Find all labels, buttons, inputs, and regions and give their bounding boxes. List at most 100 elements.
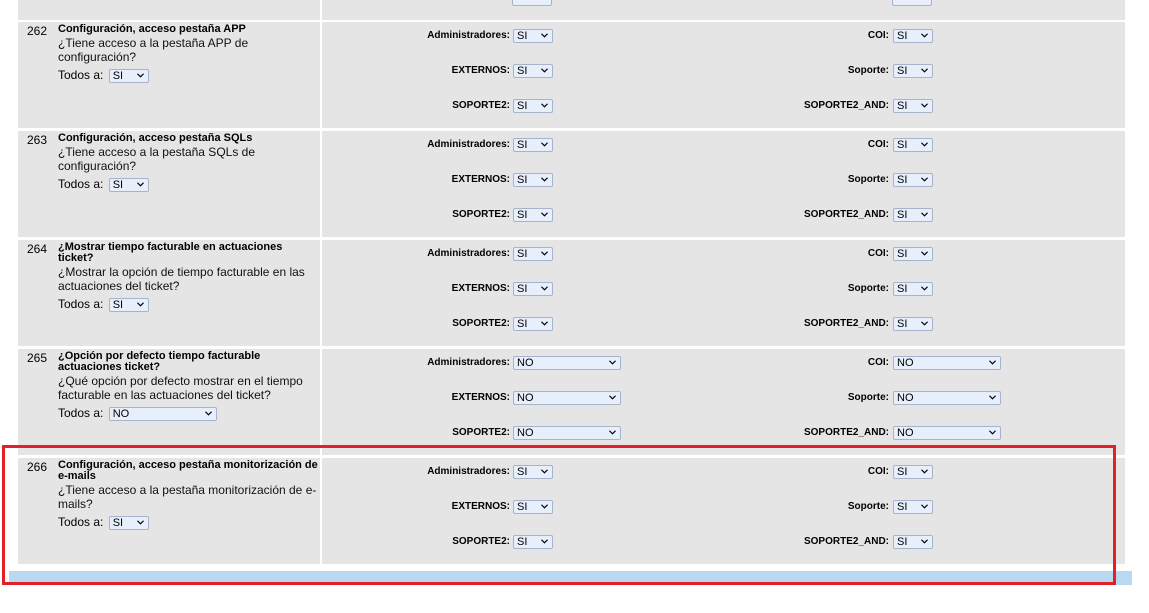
chevron-down-icon xyxy=(204,411,212,416)
selected-value: SI xyxy=(517,209,528,221)
soporte2-label: SOPORTE2: xyxy=(452,318,510,329)
externos-select[interactable]: SI xyxy=(513,282,553,296)
soporte2-and-select[interactable]: SI xyxy=(893,99,933,113)
soporte2-and-select[interactable]: SI xyxy=(893,317,933,331)
todos-a-select[interactable]: SI xyxy=(108,177,149,192)
permission-info-cell: 263 Configuración, acceso pestaña SQLs ¿… xyxy=(18,131,322,237)
selected-value: SI xyxy=(517,318,528,330)
permission-description: ¿Tiene acceso a la pestaña APP de config… xyxy=(58,36,249,64)
administradores-label: Administradores: xyxy=(427,357,510,368)
prev-row-select-left[interactable] xyxy=(512,0,552,6)
soporte-select[interactable]: SI xyxy=(893,64,933,78)
soporte2-and-label: SOPORTE2_AND: xyxy=(803,100,889,111)
soporte2-select[interactable]: SI xyxy=(513,317,553,331)
soporte2-label: SOPORTE2: xyxy=(452,209,510,220)
permission-title: ¿Mostrar tiempo facturable en actuacione… xyxy=(58,241,283,264)
chevron-down-icon xyxy=(921,103,928,108)
soporte2-select[interactable]: SI xyxy=(513,99,553,113)
externos-label: EXTERNOS: xyxy=(451,392,510,403)
row-number: 264 xyxy=(27,242,48,256)
soporte2-and-label: SOPORTE2_AND: xyxy=(803,209,889,220)
selected-value: SI xyxy=(897,100,908,112)
selected-value: SI xyxy=(517,174,528,186)
chevron-down-icon xyxy=(921,212,928,217)
chevron-down-icon xyxy=(921,33,928,38)
chevron-down-icon xyxy=(541,177,548,182)
administradores-select[interactable]: SI xyxy=(513,29,553,43)
permission-row-262: 262 Configuración, acceso pestaña APP ¿T… xyxy=(18,22,1125,128)
chevron-down-icon xyxy=(921,286,928,291)
selected-value: SI xyxy=(517,30,528,42)
selected-value: SI xyxy=(517,139,528,151)
todos-a-label: Todos a: xyxy=(58,406,104,420)
todos-a-label: Todos a: xyxy=(58,68,104,82)
todos-a-label: Todos a: xyxy=(58,297,104,311)
todos-a-select[interactable]: NO xyxy=(108,406,217,421)
administradores-select[interactable]: NO xyxy=(513,356,621,370)
externos-select[interactable]: SI xyxy=(513,173,553,187)
permission-description: ¿Qué opción por defecto mostrar en el ti… xyxy=(58,374,303,402)
administradores-select[interactable]: SI xyxy=(513,247,553,261)
chevron-down-icon xyxy=(136,182,144,187)
previous-row-tail xyxy=(18,0,1125,20)
permission-info-cell: 262 Configuración, acceso pestaña APP ¿T… xyxy=(18,22,322,128)
permission-info-cell: 265 ¿Opción por defecto tiempo facturabl… xyxy=(18,349,322,455)
soporte-select[interactable]: NO xyxy=(893,391,1001,405)
permission-info-cell: 264 ¿Mostrar tiempo facturable en actuac… xyxy=(18,240,322,346)
soporte2-label: SOPORTE2: xyxy=(452,427,510,438)
soporte2-select[interactable]: SI xyxy=(513,208,553,222)
externos-select[interactable]: SI xyxy=(513,64,553,78)
prev-row-select-right[interactable] xyxy=(892,0,932,6)
coi-select[interactable]: SI xyxy=(893,138,933,152)
permission-title: Configuración, acceso pestaña SQLs xyxy=(58,132,253,144)
permission-title: Configuración, acceso pestaña APP xyxy=(58,23,246,35)
selected-value: NO xyxy=(112,407,130,420)
soporte-select[interactable]: SI xyxy=(893,282,933,296)
externos-label: EXTERNOS: xyxy=(451,174,510,185)
soporte2-select[interactable]: NO xyxy=(513,426,621,440)
todos-a-control: Todos a: SI xyxy=(58,68,149,83)
coi-label: COI: xyxy=(867,30,889,41)
externos-label: EXTERNOS: xyxy=(451,283,510,294)
row-number: 263 xyxy=(27,133,48,147)
permission-title: ¿Opción por defecto tiempo facturable ac… xyxy=(58,350,261,373)
todos-a-label: Todos a: xyxy=(58,177,104,191)
chevron-down-icon xyxy=(541,212,548,217)
chevron-down-icon xyxy=(609,430,616,435)
externos-label: EXTERNOS: xyxy=(451,65,510,76)
selected-value: SI xyxy=(897,30,908,42)
administradores-label: Administradores: xyxy=(427,248,510,259)
row-number: 262 xyxy=(27,24,48,38)
soporte-select[interactable]: SI xyxy=(893,173,933,187)
chevron-down-icon xyxy=(921,68,928,73)
coi-select[interactable]: NO xyxy=(893,356,1001,370)
soporte2-and-select[interactable]: NO xyxy=(893,426,1001,440)
chevron-down-icon xyxy=(136,73,144,78)
soporte2-and-label: SOPORTE2_AND: xyxy=(803,318,889,329)
permission-row-263: 263 Configuración, acceso pestaña SQLs ¿… xyxy=(18,131,1125,237)
administradores-select[interactable]: SI xyxy=(513,138,553,152)
chevron-down-icon xyxy=(989,430,996,435)
chevron-down-icon xyxy=(921,142,928,147)
todos-a-select[interactable]: SI xyxy=(108,68,149,83)
selected-value: SI xyxy=(112,178,124,191)
selected-value: NO xyxy=(517,392,534,404)
todos-a-select[interactable]: SI xyxy=(108,297,149,312)
chevron-down-icon xyxy=(541,321,548,326)
coi-select[interactable]: SI xyxy=(893,247,933,261)
selected-value: SI xyxy=(112,69,124,82)
soporte2-and-select[interactable]: SI xyxy=(893,208,933,222)
selected-value: SI xyxy=(517,100,528,112)
selected-value: NO xyxy=(897,392,914,404)
chevron-down-icon xyxy=(541,68,548,73)
coi-select[interactable]: SI xyxy=(893,29,933,43)
chevron-down-icon xyxy=(609,395,616,400)
selected-value: SI xyxy=(897,209,908,221)
soporte2-label: SOPORTE2: xyxy=(452,100,510,111)
selected-value: SI xyxy=(897,283,908,295)
externos-select[interactable]: NO xyxy=(513,391,621,405)
administradores-label: Administradores: xyxy=(427,139,510,150)
permission-description: ¿Tiene acceso a la pestaña SQLs de confi… xyxy=(58,145,256,173)
chevron-down-icon xyxy=(541,286,548,291)
selected-value: SI xyxy=(517,65,528,77)
